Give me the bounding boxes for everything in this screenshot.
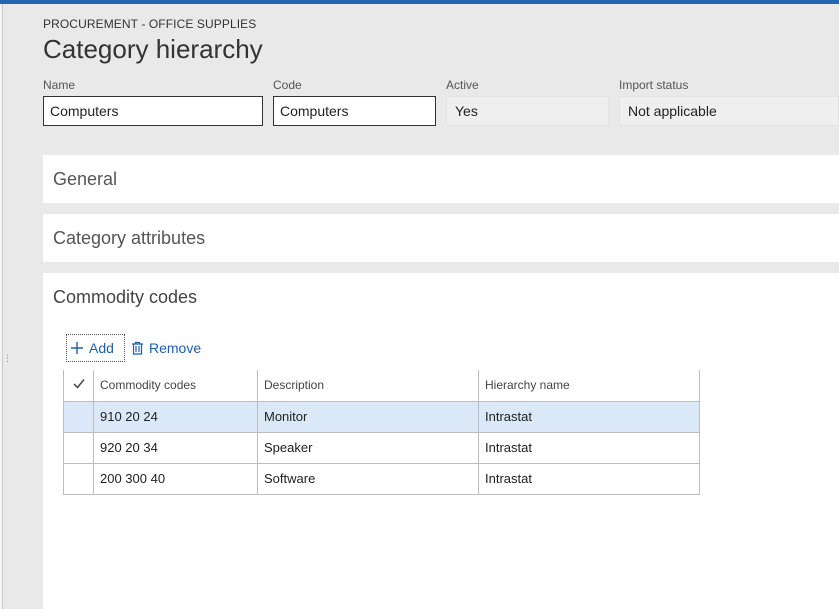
trash-icon [131,341,144,355]
code-label: Code [273,78,302,92]
commodity-code-cell[interactable]: 910 20 24 [93,401,258,433]
column-header-description[interactable]: Description [257,370,479,402]
commodity-code-cell[interactable]: 920 20 34 [93,432,258,464]
row-select-cell[interactable] [63,401,94,433]
table-row[interactable]: 910 20 24 Monitor Intrastat [63,401,700,433]
name-label: Name [43,78,76,92]
commodity-codes-fasttab: Commodity codes Add Remove Commodity cod… [43,273,839,609]
import-status-value: Not applicable [619,96,839,126]
remove-button[interactable]: Remove [131,334,201,362]
hierarchy-name-cell[interactable]: Intrastat [478,463,700,495]
row-select-cell[interactable] [63,463,94,495]
select-all-checkbox[interactable] [63,370,94,402]
name-field-group: Name Computers [43,78,263,126]
top-accent-bar [0,0,839,4]
column-header-commodity-codes[interactable]: Commodity codes [93,370,258,402]
commodity-codes-grid: Commodity codes Description Hierarchy na… [63,370,700,495]
name-input[interactable]: Computers [43,96,263,126]
breadcrumb: PROCUREMENT - OFFICE SUPPLIES [43,17,257,31]
page-header: PROCUREMENT - OFFICE SUPPLIES Category h… [43,17,263,65]
active-field-group: Active Yes [446,78,609,126]
table-row[interactable]: 920 20 34 Speaker Intrastat [63,432,700,464]
description-cell[interactable]: Software [257,463,479,495]
table-row[interactable]: 200 300 40 Software Intrastat [63,463,700,495]
checkmark-icon [72,378,85,392]
description-cell[interactable]: Speaker [257,432,479,464]
general-fasttab-title[interactable]: General [43,155,839,203]
add-button[interactable]: Add [66,334,125,362]
description-cell[interactable]: Monitor [257,401,479,433]
row-select-cell[interactable] [63,432,94,464]
code-input[interactable]: Computers [273,96,436,126]
pane-resize-grip-icon[interactable]: ⋮ [3,354,12,376]
grid-header-row: Commodity codes Description Hierarchy na… [63,370,700,402]
category-attributes-fasttab[interactable]: Category attributes [43,214,839,262]
active-label: Active [446,78,479,92]
hierarchy-name-cell[interactable]: Intrastat [478,432,700,464]
add-button-label: Add [89,340,114,356]
general-fasttab[interactable]: General [43,155,839,203]
active-value: Yes [446,96,609,126]
left-nav-rail[interactable] [0,4,3,609]
commodity-codes-fasttab-title[interactable]: Commodity codes [43,287,197,307]
import-status-field-group: Import status Not applicable [619,78,839,126]
plus-icon [70,341,84,355]
commodity-code-cell[interactable]: 200 300 40 [93,463,258,495]
column-header-hierarchy-name[interactable]: Hierarchy name [478,370,700,402]
import-status-label: Import status [619,78,689,92]
remove-button-label: Remove [149,340,202,356]
category-attributes-fasttab-title[interactable]: Category attributes [43,214,839,262]
page-title: Category hierarchy [43,34,263,64]
hierarchy-name-cell[interactable]: Intrastat [478,401,700,433]
code-field-group: Code Computers [273,78,436,126]
